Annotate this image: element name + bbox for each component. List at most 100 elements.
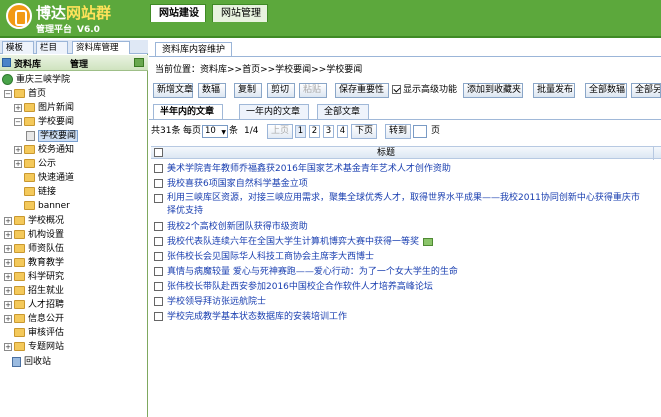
page-number[interactable]: 3 xyxy=(323,125,334,138)
tab-column[interactable]: 栏目 xyxy=(36,41,68,54)
row-checkbox[interactable] xyxy=(154,297,163,306)
table-row[interactable]: 利用三峡库区资源，对接三峡应用需求，聚集全球优秀人才，取得世界水平成果——我校2… xyxy=(151,192,661,218)
table-row[interactable]: 我校代表队连续六年在全国大学生计算机博弈大赛中获得一等奖 xyxy=(151,235,661,249)
add-favorite-button[interactable]: 添加到收藏夹 xyxy=(463,83,523,98)
tab-site-build[interactable]: 网站建设 xyxy=(150,4,206,22)
tree-node-recruit[interactable]: + 人才招聘 xyxy=(4,298,64,312)
per-page-select[interactable]: 10 xyxy=(202,125,228,138)
expand-icon[interactable]: + xyxy=(4,230,12,239)
prev-page-button[interactable]: 上页 xyxy=(267,124,294,139)
table-row[interactable]: 学校领导拜访张远航院士 xyxy=(151,295,661,309)
collapse-icon[interactable]: − xyxy=(14,117,22,126)
row-checkbox[interactable] xyxy=(154,252,163,261)
tab-all-articles[interactable]: 全部文章 xyxy=(317,104,369,120)
tree-node-link[interactable]: 链接 xyxy=(24,185,56,199)
tree-node-label: 学校要闻 xyxy=(38,117,75,127)
expand-icon[interactable]: + xyxy=(4,244,12,253)
batch-publish-button[interactable]: 批量发布 xyxy=(533,83,575,98)
expand-icon[interactable]: + xyxy=(4,300,12,309)
article-title-link[interactable]: 张伟校长带队赴西安参加2016中国校企合作软件人才培养高峰论坛 xyxy=(167,280,433,294)
cut-button[interactable]: 剪切 xyxy=(267,83,295,98)
tree-node-notice[interactable]: + 校务通知 xyxy=(14,143,74,157)
table-row[interactable]: 真情与病魔较量 爱心与死神赛跑——爱心行动：为了一个女大学生的生命 xyxy=(151,265,661,279)
tab-one-year[interactable]: 一年内的文章 xyxy=(239,104,309,120)
tree-node-banner[interactable]: banner xyxy=(24,199,70,213)
article-title-link[interactable]: 张伟校长会见国际华人科技工商协会主席李大西博士 xyxy=(167,250,374,264)
all-copy-button[interactable]: 全部数辐 xyxy=(585,83,627,98)
table-row[interactable]: 学校完成教学基本状态数据库的安装培训工作 xyxy=(151,310,661,324)
tree-node-teaching[interactable]: + 教育教学 xyxy=(4,256,64,270)
table-row[interactable]: 张伟校长带队赴西安参加2016中国校企合作软件人才培养高峰论坛 xyxy=(151,280,661,294)
row-checkbox[interactable] xyxy=(154,237,163,246)
article-title-link[interactable]: 学校领导拜访张远航院士 xyxy=(167,295,266,309)
new-article-button[interactable]: 新增文章 xyxy=(153,83,193,98)
tab-content-maintain[interactable]: 资料库内容维护 xyxy=(155,42,233,57)
copy-button[interactable]: 复制 xyxy=(234,83,262,98)
tree-node-info[interactable]: + 信息公开 xyxy=(4,312,64,326)
tree-node-org[interactable]: + 机构设置 xyxy=(4,228,64,242)
expand-icon[interactable]: + xyxy=(14,103,22,112)
page-number[interactable]: 4 xyxy=(337,125,348,138)
article-title-link[interactable]: 我校2个高校创新团队获得市级资助 xyxy=(167,220,308,234)
row-checkbox[interactable] xyxy=(154,164,163,173)
show-advanced-toggle[interactable]: 显示高级功能 xyxy=(392,84,462,98)
article-title-link[interactable]: 学校完成教学基本状态数据库的安装培训工作 xyxy=(167,310,347,324)
show-advanced-checkbox[interactable] xyxy=(392,85,401,94)
tab-template[interactable]: 模板 xyxy=(2,41,34,54)
tree-node-label: 教育教学 xyxy=(28,258,65,268)
tree-node-public[interactable]: + 公示 xyxy=(14,157,56,171)
expand-icon[interactable]: + xyxy=(4,314,12,323)
tree-node-review[interactable]: 审核评估 xyxy=(14,326,64,340)
row-checkbox[interactable] xyxy=(154,282,163,291)
collapse-icon[interactable]: − xyxy=(4,89,12,98)
paste-button[interactable]: 粘贴 xyxy=(299,83,327,98)
page-number[interactable]: 1 xyxy=(295,125,306,138)
tree-node-recycle[interactable]: 回收站 xyxy=(12,355,51,369)
row-checkbox[interactable] xyxy=(154,179,163,188)
copy-count-button[interactable]: 数辐 xyxy=(198,83,226,98)
article-title-link[interactable]: 我校代表队连续六年在全国大学生计算机博弈大赛中获得一等奖 xyxy=(167,235,434,249)
tree-node-school-news-selected[interactable]: 学校要闻 xyxy=(26,129,79,143)
table-row[interactable]: 我校2个高校创新团队获得市级资助 xyxy=(151,220,661,234)
expand-icon[interactable]: + xyxy=(14,159,22,168)
expand-icon[interactable]: + xyxy=(14,145,22,154)
row-checkbox[interactable] xyxy=(154,267,163,276)
table-row[interactable]: 我校喜获6项国家自然科学基金立项 xyxy=(151,177,661,191)
article-title-link[interactable]: 真情与病魔较量 爱心与死神赛跑——爱心行动：为了一个女大学生的生命 xyxy=(167,265,458,279)
tree-node-school-news[interactable]: − 学校要闻 xyxy=(14,115,74,129)
tree-node-image-news[interactable]: + 图片新闻 xyxy=(14,101,74,115)
goto-button[interactable]: 转到 xyxy=(385,124,412,139)
row-checkbox[interactable] xyxy=(154,222,163,231)
page-number[interactable]: 2 xyxy=(309,125,320,138)
article-title-link[interactable]: 美术学院青年教师乔福鑫获2016年国家艺术基金青年艺术人才创作资助 xyxy=(167,162,451,176)
tree-node-faculty[interactable]: + 师资队伍 xyxy=(4,242,64,256)
tree-node-overview[interactable]: + 学校概况 xyxy=(4,214,64,228)
tab-library-manage[interactable]: 资料库管理 xyxy=(72,41,130,54)
table-row[interactable]: 美术学院青年教师乔福鑫获2016年国家艺术基金青年艺术人才创作资助 xyxy=(151,162,661,176)
tree-node-research[interactable]: + 科学研究 xyxy=(4,270,64,284)
tree-node-fast[interactable]: 快速通道 xyxy=(24,171,74,185)
tree-node-root[interactable]: 重庆三峡学院 xyxy=(2,73,70,87)
article-title-link[interactable]: 我校喜获6项国家自然科学基金立项 xyxy=(167,177,308,191)
tree-node-admission[interactable]: + 招生就业 xyxy=(4,284,64,298)
expand-icon[interactable]: + xyxy=(4,258,12,267)
select-all-checkbox[interactable] xyxy=(154,148,163,157)
goto-page-input[interactable] xyxy=(413,125,427,138)
tree-node-home[interactable]: − 首页 xyxy=(4,87,46,101)
expand-icon[interactable]: + xyxy=(4,272,12,281)
all-more-button[interactable]: 全部另 xyxy=(631,83,661,98)
tree-node-special[interactable]: + 专题网站 xyxy=(4,340,64,354)
save-importance-button[interactable]: 保存重要性 xyxy=(335,83,389,98)
expand-icon[interactable]: + xyxy=(4,216,12,225)
tab-site-manage[interactable]: 网站管理 xyxy=(212,4,268,22)
tab-half-year[interactable]: 半年内的文章 xyxy=(153,104,223,120)
left-header-manage[interactable]: 管理 xyxy=(70,57,88,70)
row-checkbox[interactable] xyxy=(154,312,163,321)
expand-icon[interactable]: + xyxy=(4,342,12,351)
row-checkbox[interactable] xyxy=(154,194,163,203)
next-page-button[interactable]: 下页 xyxy=(351,124,378,139)
article-title-link[interactable]: 利用三峡库区资源，对接三峡应用需求，聚集全球优秀人才，取得世界水平成果——我校2… xyxy=(167,192,647,218)
table-row[interactable]: 张伟校长会见国际华人科技工商协会主席李大西博士 xyxy=(151,250,661,264)
pin-icon[interactable] xyxy=(134,58,144,67)
expand-icon[interactable]: + xyxy=(4,286,12,295)
